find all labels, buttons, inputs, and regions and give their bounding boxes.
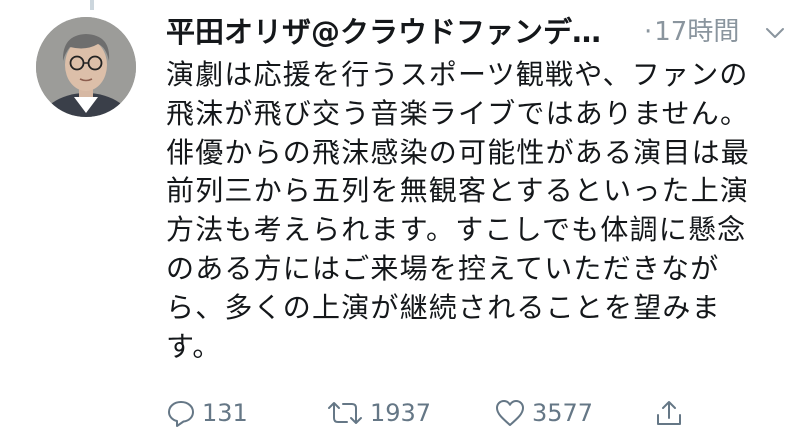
separator-dot: · bbox=[644, 17, 653, 47]
chevron-down-icon[interactable] bbox=[764, 22, 786, 44]
tweet-text-line: 飛沫が飛び交う音楽ライブではありません。 bbox=[166, 96, 750, 130]
reply-count: 131 bbox=[202, 399, 248, 427]
avatar-photo bbox=[36, 17, 136, 117]
tweet-text-line: 俳優からの飛沫感染の可能性がある演目は最 bbox=[166, 135, 751, 169]
share-button[interactable] bbox=[654, 395, 684, 431]
heart-icon bbox=[496, 400, 524, 426]
tweet-text-line: 方法も考えられます。すこしでも体調に懸念 bbox=[166, 213, 747, 247]
retweet-button[interactable]: 1937 bbox=[326, 395, 431, 431]
tweet-text-line: のある方にはご来場を控えていただきなが bbox=[166, 251, 720, 285]
tweet-header: 平田オリザ@クラウドファンデ… ·17時間 bbox=[166, 8, 786, 52]
reply-icon bbox=[168, 401, 194, 427]
retweet-icon bbox=[328, 402, 362, 424]
reply-button[interactable]: 131 bbox=[166, 395, 248, 431]
like-button[interactable]: 3577 bbox=[494, 395, 593, 431]
tweet-text: 演劇は応援を行うスポーツ観戦や、ファンの 飛沫が飛び交う音楽ライブではありません… bbox=[166, 56, 776, 366]
retweet-count: 1937 bbox=[370, 399, 432, 427]
tweet-text-line: ら、多くの上演が継続されることを望みま bbox=[166, 290, 721, 324]
timestamp[interactable]: 17時間 bbox=[654, 17, 739, 47]
tweet-text-line: 演劇は応援を行うスポーツ観戦や、ファンの bbox=[166, 58, 749, 91]
share-icon bbox=[657, 401, 681, 425]
tweet-actions: 131 1937 3577 bbox=[166, 395, 726, 431]
like-count: 3577 bbox=[532, 399, 594, 427]
display-name[interactable]: 平田オリザ@クラウドファンデ… bbox=[166, 14, 614, 50]
tweet-text-line: す。 bbox=[166, 329, 222, 363]
tweet-meta: ·17時間 bbox=[644, 14, 739, 50]
tweet-text-line: 前列三から五列を無観客とするといった上演 bbox=[166, 174, 750, 208]
thread-connector-line bbox=[90, 0, 94, 10]
avatar[interactable] bbox=[36, 17, 136, 117]
